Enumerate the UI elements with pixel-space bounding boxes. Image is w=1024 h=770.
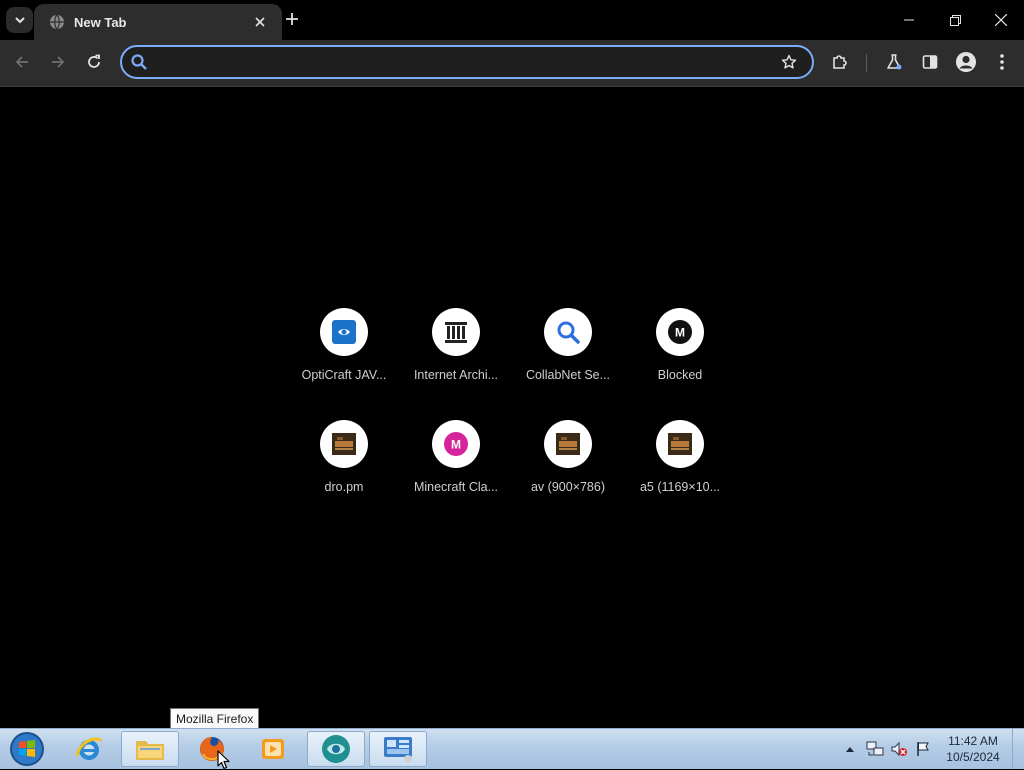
speaker-muted-icon <box>891 741 907 757</box>
profile-button[interactable] <box>951 47 981 77</box>
new-tab-button[interactable] <box>281 8 303 30</box>
flask-icon <box>887 54 902 70</box>
arrow-right-icon <box>52 56 65 68</box>
shortcut-av[interactable]: av (900×786) <box>512 412 624 524</box>
shortcut-dro-pm[interactable]: dro.pm <box>288 412 400 524</box>
dropm-icon-wrap <box>320 420 368 468</box>
dropm-icon-wrap <box>544 420 592 468</box>
shortcut-opticraft[interactable]: OptiCraft JAV... <box>288 300 400 412</box>
mouse-cursor-icon <box>217 750 230 770</box>
taskbar-internet-explorer[interactable] <box>60 731 118 767</box>
search-icon <box>130 53 148 71</box>
show-desktop-button[interactable] <box>1012 729 1024 769</box>
shortcut-label: dro.pm <box>324 480 364 494</box>
internet-explorer-icon <box>75 737 103 760</box>
search-icon-wrap <box>544 308 592 356</box>
restore-icon <box>949 14 961 26</box>
chevron-down-icon <box>14 17 25 24</box>
address-bar[interactable] <box>120 45 814 79</box>
tray-action-center[interactable] <box>912 735 934 763</box>
reload-icon <box>88 54 100 68</box>
side-panel-button[interactable] <box>915 47 945 77</box>
menu-button[interactable] <box>987 47 1017 77</box>
taskbar-firefox[interactable] <box>183 731 241 767</box>
tab-search-button[interactable] <box>6 7 33 33</box>
shortcut-label: OptiCraft JAV... <box>301 368 387 382</box>
kebab-menu-icon <box>1000 54 1004 70</box>
shortcut-blocked[interactable]: M Blocked <box>624 300 736 412</box>
blocked-letter: M <box>675 326 685 340</box>
close-window-button[interactable] <box>978 0 1024 40</box>
reload-button[interactable] <box>79 47 109 77</box>
dropm-icon-wrap <box>656 420 704 468</box>
close-icon <box>995 14 1007 26</box>
search-icon <box>557 321 580 344</box>
extensions-button[interactable] <box>825 47 855 77</box>
start-button[interactable] <box>6 730 48 768</box>
tray-expand-button[interactable] <box>843 735 857 763</box>
restore-button[interactable] <box>932 0 978 40</box>
tray-volume[interactable] <box>888 735 910 763</box>
shortcut-a5[interactable]: a5 (1169×10... <box>624 412 736 524</box>
shortcut-collabnet[interactable]: CollabNet Se... <box>512 300 624 412</box>
taskbar-media-player[interactable] <box>244 731 302 767</box>
taskbar: 11:42 AM 10/5/2024 <box>0 728 1024 769</box>
app-circle-icon <box>322 735 350 763</box>
tray-network[interactable] <box>864 735 886 763</box>
m-letter-icon: M <box>444 432 468 456</box>
minimize-button[interactable] <box>886 0 932 40</box>
media-player-icon <box>262 739 284 759</box>
network-icon <box>866 741 884 756</box>
dropm-icon <box>668 433 692 455</box>
opticraft-icon <box>332 320 356 344</box>
bookmark-star-icon[interactable] <box>776 49 802 75</box>
plus-icon <box>286 13 298 25</box>
tab-title: New Tab <box>74 14 127 30</box>
folder-icon <box>136 741 164 760</box>
shortcut-minecraft[interactable]: M Minecraft Cla... <box>400 412 512 524</box>
tab-strip: New Tab <box>0 0 1024 40</box>
shortcut-label: av (900×786) <box>530 480 605 494</box>
shortcut-label: a5 (1169×10... <box>639 480 721 494</box>
m-letter-icon: M <box>668 320 692 344</box>
taskbar-clock[interactable]: 11:42 AM 10/5/2024 <box>938 733 1008 765</box>
taskbar-app-circle[interactable] <box>307 731 365 767</box>
m-letter-pink-icon-wrap: M <box>432 420 480 468</box>
taskbar-control-panel[interactable] <box>369 731 427 767</box>
taskbar-file-explorer[interactable] <box>121 731 179 767</box>
arrow-left-icon <box>15 56 28 68</box>
opticraft-icon-wrap <box>320 308 368 356</box>
taskbar-tooltip: Mozilla Firefox <box>170 708 260 730</box>
avatar-icon <box>956 52 976 72</box>
shortcut-label: Blocked <box>657 368 703 382</box>
side-panel-icon <box>922 55 938 69</box>
flag-icon <box>917 742 929 756</box>
m-letter-icon-wrap: M <box>656 308 704 356</box>
shortcut-label: Minecraft Cla... <box>413 480 499 494</box>
tab-new-tab[interactable]: New Tab <box>34 4 282 40</box>
clock-date: 10/5/2024 <box>946 750 1000 764</box>
archive-icon <box>445 322 467 343</box>
windows-orb-icon <box>10 732 44 766</box>
clock-time: 11:42 AM <box>948 734 998 748</box>
back-button[interactable] <box>7 47 37 77</box>
address-input[interactable] <box>154 49 776 75</box>
chevron-up-icon <box>846 747 854 752</box>
control-panel-icon <box>384 737 412 763</box>
shortcut-internet-archive[interactable]: Internet Archi... <box>400 300 512 412</box>
globe-icon <box>49 14 65 30</box>
browser-toolbar <box>0 40 1024 87</box>
archive-icon-wrap <box>432 308 480 356</box>
forward-button[interactable] <box>43 47 73 77</box>
minecraft-letter: M <box>451 438 461 452</box>
shortcut-label: Internet Archi... <box>413 368 499 382</box>
dropm-icon <box>556 433 580 455</box>
close-tab-icon[interactable] <box>250 12 270 32</box>
minimize-icon <box>904 19 914 21</box>
labs-button[interactable] <box>879 47 909 77</box>
dropm-icon <box>332 433 356 455</box>
toolbar-divider <box>866 54 867 72</box>
puzzle-icon <box>833 55 847 69</box>
shortcut-label: CollabNet Se... <box>525 368 611 382</box>
